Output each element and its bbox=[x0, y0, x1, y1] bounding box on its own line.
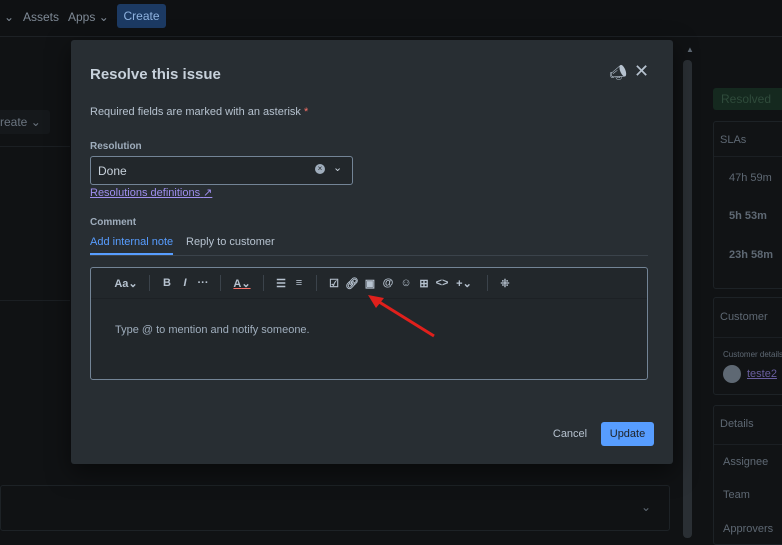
separator bbox=[263, 275, 264, 291]
chevron-down-icon[interactable]: ⌄ bbox=[333, 161, 342, 174]
comment-tabs: Add internal note Reply to customer bbox=[90, 236, 648, 256]
chevron-down-icon[interactable]: ⌄ bbox=[641, 500, 651, 514]
resolutions-definitions-link[interactable]: Resolutions definitions ↗ bbox=[90, 186, 212, 199]
code-icon[interactable]: <> bbox=[433, 277, 451, 289]
separator bbox=[220, 275, 221, 291]
tab-add-internal-note[interactable]: Add internal note bbox=[90, 236, 174, 255]
scrollbar[interactable] bbox=[683, 60, 692, 538]
separator bbox=[487, 275, 488, 291]
link-icon[interactable]: 🔗︎ bbox=[343, 277, 361, 290]
text-color-label: A bbox=[233, 277, 242, 290]
separator bbox=[316, 275, 317, 291]
text-style-label: Aa bbox=[114, 277, 129, 290]
update-button[interactable]: Update bbox=[601, 422, 654, 446]
mention-icon[interactable]: @ bbox=[379, 277, 397, 289]
chevron-down-icon[interactable]: ⌄ bbox=[4, 10, 14, 24]
divider bbox=[714, 156, 782, 157]
slas-panel: SLAs 47h 59m 5h 53m 23h 58m bbox=[713, 121, 782, 289]
background-panel: ⌄ bbox=[0, 485, 670, 531]
divider bbox=[0, 146, 70, 147]
customer-details-label: Customer details bbox=[723, 350, 782, 359]
italic-button[interactable]: I bbox=[176, 277, 194, 289]
sla-time: 23h 58m bbox=[729, 249, 774, 261]
close-icon[interactable]: ✕ bbox=[634, 61, 649, 82]
resolution-value: Done bbox=[98, 164, 127, 178]
create-label: reate bbox=[0, 115, 28, 129]
image-icon[interactable]: ▣ bbox=[361, 277, 379, 290]
sla-time: 5h 53m bbox=[729, 210, 767, 222]
more-formatting-button[interactable]: ··· bbox=[194, 277, 212, 289]
details-title: Details bbox=[720, 418, 754, 430]
scroll-up-icon[interactable]: ▲ bbox=[686, 45, 694, 54]
divider bbox=[714, 444, 782, 445]
link-label: Resolutions definitions bbox=[90, 187, 201, 199]
insert-more-icon[interactable]: +⌄ bbox=[451, 277, 477, 290]
slas-title: SLAs bbox=[720, 134, 747, 146]
customer-link[interactable]: teste2 bbox=[747, 368, 777, 380]
tab-reply-to-customer[interactable]: Reply to customer bbox=[186, 236, 275, 253]
arrow-head bbox=[368, 295, 384, 308]
background-create-button[interactable]: reate ⌄ bbox=[0, 110, 50, 134]
external-link-icon: ↗ bbox=[203, 187, 213, 199]
divider bbox=[0, 300, 70, 301]
editor-placeholder: Type @ to mention and notify someone. bbox=[115, 324, 310, 336]
clear-icon[interactable]: × bbox=[315, 164, 325, 174]
annotation-arrow bbox=[368, 295, 435, 338]
checkbox-icon[interactable]: ☑ bbox=[325, 277, 343, 290]
nav-assets[interactable]: Assets bbox=[23, 10, 59, 24]
clear-formatting-icon[interactable]: ⁜ bbox=[496, 277, 514, 290]
customer-panel: Customer Customer details teste2 bbox=[713, 297, 782, 395]
customer-title: Customer bbox=[720, 311, 768, 323]
avatar bbox=[723, 365, 741, 383]
separator bbox=[149, 275, 150, 291]
sla-time: 47h 59m bbox=[729, 172, 772, 184]
status-button[interactable]: Resolved bbox=[713, 88, 782, 110]
dialog-title: Resolve this issue bbox=[90, 66, 221, 83]
top-navigation: ⌄ Assets Apps ⌄ Create bbox=[0, 0, 782, 37]
bold-button[interactable]: B bbox=[158, 277, 176, 289]
numbered-list-icon[interactable]: ≡ bbox=[290, 277, 308, 289]
feedback-megaphone-icon[interactable]: 📣︎ bbox=[609, 64, 627, 81]
table-icon[interactable]: ⊞ bbox=[415, 277, 433, 290]
required-text: Required fields are marked with an aster… bbox=[90, 106, 301, 118]
resolve-issue-dialog: Resolve this issue 📣︎ ✕ Required fields … bbox=[71, 40, 673, 464]
comment-label: Comment bbox=[90, 217, 137, 228]
text-color-button[interactable]: A⌄ bbox=[229, 277, 255, 290]
field-label: Approvers bbox=[723, 523, 774, 535]
field-label: Team bbox=[723, 489, 750, 501]
required-note: Required fields are marked with an aster… bbox=[90, 106, 308, 118]
field-label: Assignee bbox=[723, 456, 769, 468]
create-button[interactable]: Create bbox=[117, 4, 166, 28]
nav-apps-label: Apps bbox=[68, 10, 96, 24]
details-panel: Details Assignee Team Approvers bbox=[713, 405, 782, 545]
resolution-label: Resolution bbox=[90, 141, 142, 152]
divider bbox=[714, 337, 782, 338]
arrow-line bbox=[375, 298, 435, 338]
resolution-select[interactable]: Done × ⌄ bbox=[90, 156, 353, 185]
asterisk: * bbox=[304, 106, 309, 118]
emoji-icon[interactable]: ☺ bbox=[397, 277, 415, 289]
bullet-list-icon[interactable]: ☰ bbox=[272, 277, 290, 290]
text-style-button[interactable]: Aa⌄ bbox=[111, 277, 141, 290]
nav-apps[interactable]: Apps ⌄ bbox=[68, 10, 109, 24]
cancel-button[interactable]: Cancel bbox=[547, 422, 593, 446]
